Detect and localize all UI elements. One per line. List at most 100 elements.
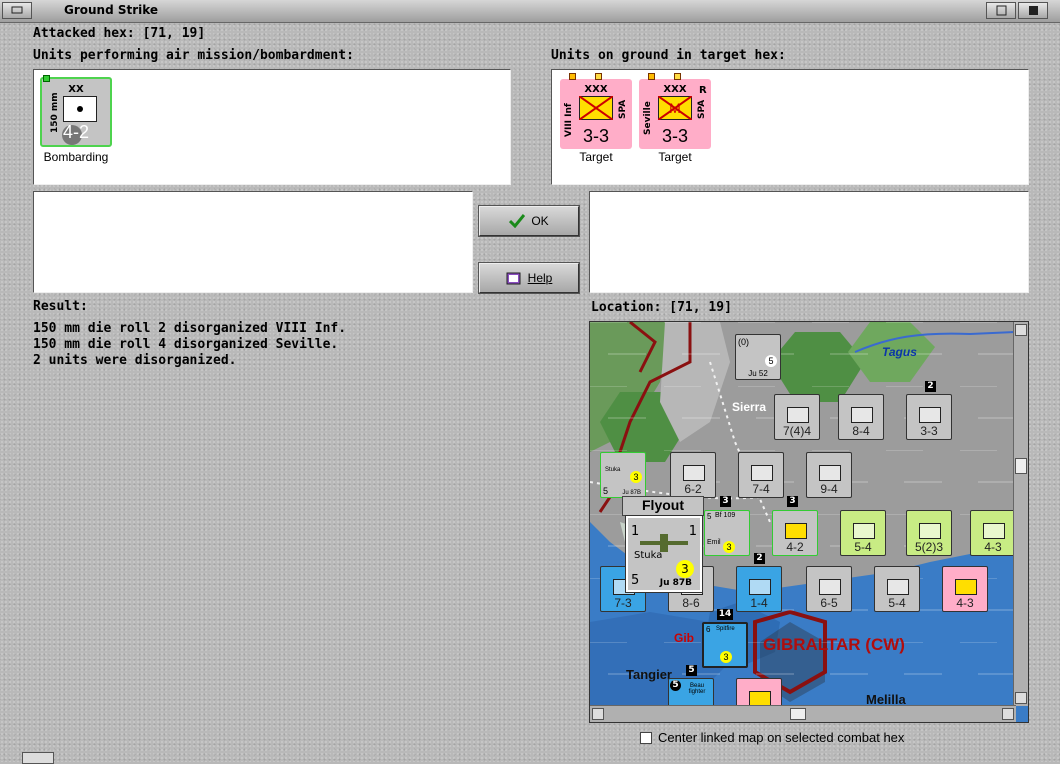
map-unit-counter[interactable]: 7-4 <box>738 452 784 498</box>
map-unit-counter[interactable]: 5(2)3 <box>906 510 952 556</box>
unit-status-dot <box>569 73 576 80</box>
attacked-hex-label: Attacked hex: [71, 19] <box>33 26 205 41</box>
map-label-tagus: Tagus <box>882 345 917 359</box>
map-unit-counter[interactable]: 1-4 <box>736 566 782 612</box>
map-unit-counter[interactable]: 6-2 <box>670 452 716 498</box>
infantry-symbol-icon <box>851 407 873 423</box>
scroll-down-arrow-icon[interactable] <box>1015 692 1027 704</box>
ground-unit-status: Target <box>658 150 692 164</box>
center-map-checkbox-label: Center linked map on selected combat hex <box>658 730 905 745</box>
mountain-symbol-icon: M <box>658 96 692 120</box>
map-unit-strength: 7-4 <box>752 482 770 496</box>
map-unit-strength: 3-3 <box>920 424 938 438</box>
map-unit-counter[interactable]: 4-3 <box>970 510 1016 556</box>
map-unit-counter[interactable]: 3-3 <box>906 394 952 440</box>
map-unit-counter[interactable]: 9-4 <box>806 452 852 498</box>
result-line: 150 mm die roll 2 disorganized VIII Inf. <box>33 321 347 336</box>
map-label-sierra: Sierra <box>732 400 767 414</box>
infantry-symbol-icon <box>819 465 841 481</box>
result-line: 2 units were disorganized. <box>33 353 237 368</box>
window-menu-button[interactable] <box>2 2 32 19</box>
vertical-scroll-thumb[interactable] <box>1015 458 1027 474</box>
ground-unit-size: XXX <box>584 84 608 95</box>
artillery-symbol-icon <box>785 523 807 539</box>
transport-air-counter[interactable]: (0) 5 Ju 52 <box>735 334 781 380</box>
scroll-up-arrow-icon[interactable] <box>1015 324 1027 336</box>
ground-units-panel: XXX VIII Inf SPA 3-3 Target XXX Seville … <box>551 69 1029 185</box>
attacked-hex-caption: Attacked hex: <box>33 26 135 41</box>
map-unit-strength: 6-2 <box>684 482 702 496</box>
map-unit-counter[interactable]: 5-4 <box>840 510 886 556</box>
map-unit-strength: 4-3 <box>984 540 1002 554</box>
air-unit-counter[interactable]: XX 150 mm 4-2 <box>40 75 112 147</box>
map-unit-strength: 9-4 <box>820 482 838 496</box>
scroll-right-arrow-icon[interactable] <box>1002 708 1014 720</box>
infantry-symbol-icon <box>749 579 771 595</box>
linked-map[interactable]: Tagus Sierra Gib GIBRALTAR (CW) Tangier … <box>589 321 1029 723</box>
map-unit-strength: 4-2 <box>786 540 804 554</box>
horizontal-scroll-thumb[interactable] <box>790 708 806 720</box>
map-unit-counter[interactable]: 8-4 <box>838 394 884 440</box>
mountain-symbol-icon <box>983 523 1005 539</box>
unit-status-dot <box>43 75 50 82</box>
transport-code: (0) <box>738 337 749 347</box>
flyout-left: 5 <box>631 573 640 588</box>
ground-strike-window: Ground Strike Attacked hex: [71, 19] Uni… <box>0 0 1060 764</box>
map-unit-counter[interactable]: 6-5 <box>806 566 852 612</box>
map-unit-counter[interactable]: 5-4 <box>874 566 920 612</box>
close-button[interactable] <box>1018 2 1048 19</box>
map-unit-strength: 8-6 <box>682 596 700 610</box>
resize-grip[interactable] <box>22 752 54 764</box>
result-line: 150 mm die roll 4 disorganized Seville. <box>33 337 339 352</box>
aircraft-badge: 3 <box>630 471 642 483</box>
flyout-tab[interactable]: Flyout <box>622 496 704 516</box>
aircraft-left: 6 <box>706 625 711 634</box>
ground-unit-nation: SPA <box>618 99 628 119</box>
attacked-hex-value: [71, 19] <box>142 26 206 41</box>
flyout-badge: 3 <box>676 560 694 578</box>
ok-button[interactable]: OK <box>478 205 580 237</box>
map-unit-strength: 4-3 <box>956 596 974 610</box>
scroll-left-arrow-icon[interactable] <box>592 708 604 720</box>
map-unit-counter[interactable]: 4-3 <box>942 566 988 612</box>
map-unit-counter[interactable]: 7(4)4 <box>774 394 820 440</box>
artillery-symbol-icon <box>63 96 97 122</box>
aircraft-type: Emil <box>707 539 721 546</box>
map-unit-strength: 6-5 <box>820 596 838 610</box>
aircraft-name: Stuka <box>605 467 621 473</box>
window-menu-icon <box>11 6 23 14</box>
stack-count-badge: 2 <box>754 553 765 564</box>
ground-unit-strength: 3-3 <box>661 126 688 146</box>
air-unit-status: Bombarding <box>43 150 109 164</box>
help-button[interactable]: Help <box>478 262 580 294</box>
map-unit-strength: 1-4 <box>750 596 768 610</box>
title-bar: Ground Strike <box>0 0 1060 23</box>
stack-count-badge: 3 <box>720 496 731 507</box>
center-map-checkbox[interactable] <box>640 732 652 744</box>
map-unit-counter[interactable]: 4-2 <box>772 510 818 556</box>
ground-unit-strength: 3-3 <box>582 126 609 146</box>
flyout-air-counter[interactable]: 1 1 Stuka 3 5 Ju 87B <box>625 515 703 593</box>
map-air-counter[interactable]: 6 Spitfire 3 <box>702 622 748 668</box>
ground-unit-counter[interactable]: XXX Seville SPA R M 3-3 <box>639 73 711 149</box>
map-air-counter[interactable]: 5 Bf 109 Emil 3 <box>704 510 750 556</box>
help-book-icon <box>506 272 521 285</box>
transport-badge: 5 <box>765 355 777 367</box>
map-label-gib: Gib <box>674 631 694 645</box>
stack-count-badge: 14 <box>717 609 733 620</box>
restore-icon <box>996 5 1007 16</box>
air-units-panel: XX 150 mm 4-2 Bombarding <box>33 69 511 185</box>
close-icon <box>1029 6 1038 15</box>
map-vertical-scrollbar[interactable] <box>1013 322 1028 706</box>
map-air-counter[interactable]: 5 Stuka 3 Ju 87B <box>600 452 646 498</box>
map-horizontal-scrollbar[interactable] <box>590 705 1016 722</box>
infantry-symbol-icon <box>853 523 875 539</box>
ground-unit-counter[interactable]: XXX VIII Inf SPA 3-3 <box>560 73 632 149</box>
mountain-symbol-icon <box>683 465 705 481</box>
restore-button[interactable] <box>986 2 1016 19</box>
aircraft-badge: 3 <box>720 651 732 663</box>
infantry-symbol-icon <box>819 579 841 595</box>
infantry-symbol-icon <box>955 579 977 595</box>
stack-count-badge: 5 <box>686 665 697 676</box>
ground-detail-panel <box>589 191 1029 293</box>
